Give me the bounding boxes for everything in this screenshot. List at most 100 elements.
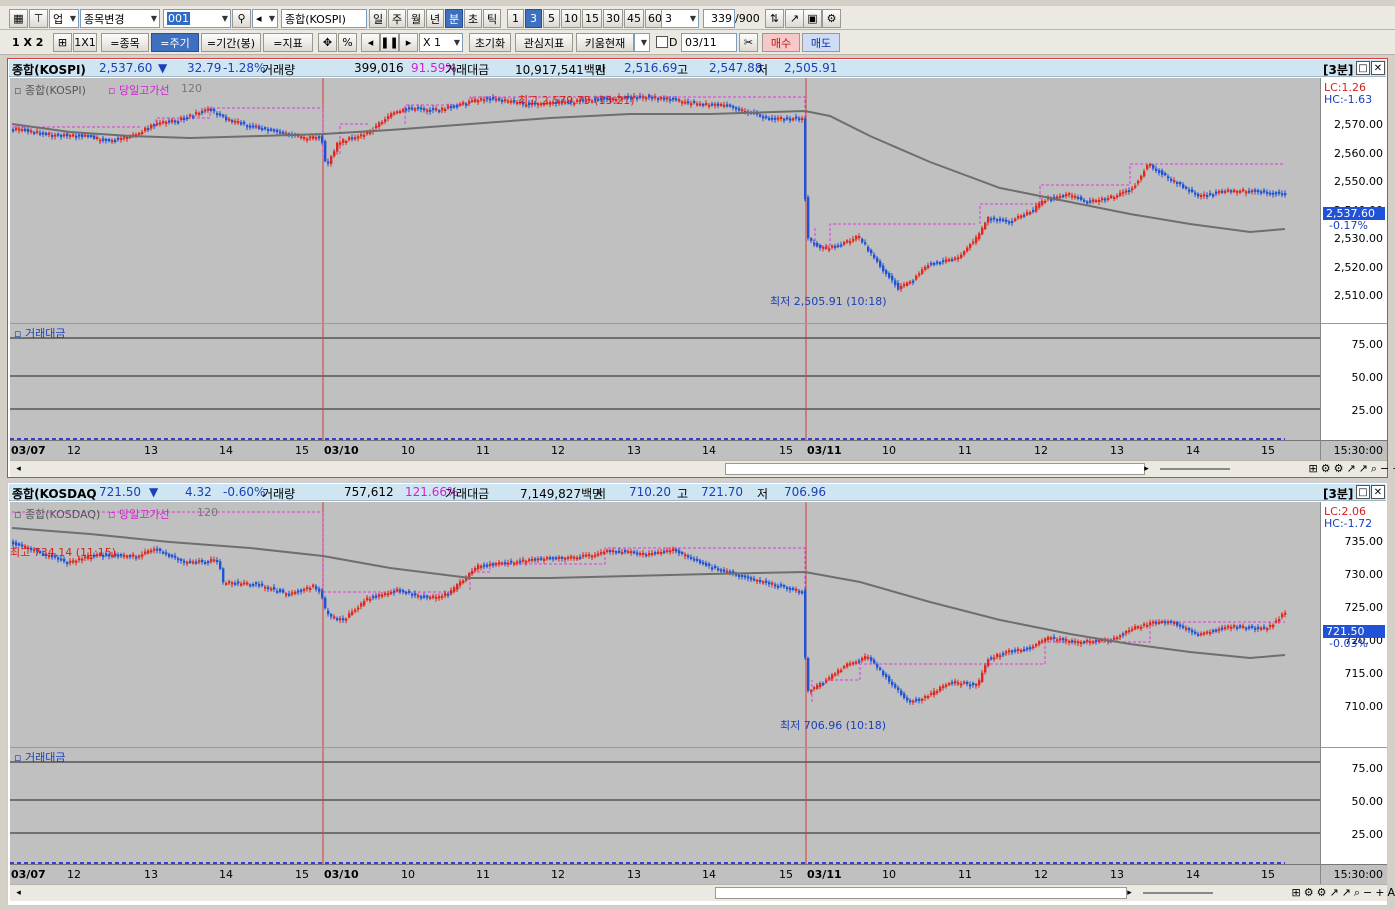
scroll-right-icon[interactable]: ▸ [1140, 463, 1153, 475]
time-axis[interactable]: 03/07 12 13 14 15 03/10 10 11 12 13 14 15 03/11 10 11 1… [10, 864, 1320, 884]
period-button-3[interactable]: 년 [426, 9, 444, 28]
candle [342, 139, 345, 143]
candle [1125, 630, 1128, 634]
minute-button-15[interactable]: 15 [582, 9, 602, 28]
chart-type-icon[interactable]: ⇅ [765, 9, 784, 28]
panel-layout-icon[interactable]: ▦ [9, 9, 28, 28]
amount-axis[interactable]: 75.00 50.00 25.00 [1320, 323, 1387, 440]
multiplier-select[interactable]: X 1 [419, 33, 463, 52]
indicator-sync-button[interactable]: =지표 [263, 33, 313, 52]
kiwoom-dropdown[interactable] [634, 33, 650, 52]
high-value: 2,547.88 [709, 61, 763, 75]
date-field[interactable]: 03/11 [681, 33, 737, 52]
grid-icon[interactable]: ⊞ [53, 33, 72, 52]
market-select[interactable]: 업 [49, 9, 79, 28]
minute-button-3[interactable]: 3 [525, 9, 542, 28]
amount-plot[interactable]: ▫ 거래대금 [10, 323, 1320, 440]
candle [183, 117, 186, 120]
y-tick: 715.00 [1344, 667, 1384, 680]
chart-tool-icons[interactable]: ⊞⚙⚙↗↗⌕−+A [1235, 462, 1395, 476]
zoom-slider[interactable] [1143, 892, 1213, 894]
y-tick: 2,510.00 [1334, 289, 1383, 302]
scroll-right-icon[interactable]: ▸ [1123, 887, 1136, 899]
scroll-left-icon[interactable]: ◂ [12, 887, 25, 899]
down-arrow-icon: ▼ [149, 485, 159, 499]
close-icon[interactable]: ✕ [1371, 485, 1385, 499]
scroll-left-icon[interactable]: ◂ [12, 463, 25, 475]
move-icon[interactable]: ✥ [318, 33, 337, 52]
reset-button[interactable]: 초기화 [469, 33, 511, 52]
scissors-icon[interactable]: ✂ [739, 33, 758, 52]
period-button-5[interactable]: 초 [464, 9, 482, 28]
period-sync-button[interactable]: =기간(봉) [201, 33, 261, 52]
count-max: /900 [735, 12, 760, 25]
scroll-bar[interactable]: ◂ ▸ ⊞⚙⚙↗↗⌕−+A [10, 884, 1395, 901]
gear-icon[interactable]: ⚙ [822, 9, 841, 28]
period-button-4[interactable]: 분 [445, 9, 463, 28]
amount-plot[interactable]: ▫ 거래대금 [10, 747, 1320, 864]
prev-icon[interactable]: ◂ [361, 33, 380, 52]
sell-button[interactable]: 매도 [802, 33, 840, 52]
candle [786, 587, 789, 590]
search-icon[interactable]: ⚲ [232, 9, 251, 28]
amount-axis[interactable]: 75.00 50.00 25.00 [1320, 747, 1387, 864]
period-button-1[interactable]: 주 [388, 9, 406, 28]
layout-1x1-button[interactable]: 1X1 [73, 33, 97, 52]
pin-icon[interactable]: ⊤ [29, 9, 48, 28]
candle [228, 118, 231, 121]
count-field[interactable]: 339 [703, 9, 735, 28]
candle [1005, 219, 1008, 223]
cycle-sync-button[interactable]: =주기 [151, 33, 199, 52]
period-button-2[interactable]: 월 [407, 9, 425, 28]
minute-button-10[interactable]: 10 [561, 9, 581, 28]
candle [1035, 205, 1038, 212]
chart-tool-icons[interactable]: ⊞⚙⚙↗↗⌕−+A [1218, 886, 1395, 900]
candle [921, 269, 924, 274]
speaker-icon[interactable]: ◂ [252, 9, 278, 28]
stock-change-select[interactable]: 종목변경 [80, 9, 160, 28]
trend-tool-icon[interactable]: ↗ [785, 9, 804, 28]
percent-button[interactable]: % [338, 33, 357, 52]
candle [681, 551, 684, 554]
price-plot[interactable]: ▫ 종합(KOSDAQ) ▫ 당일고가선 120 최고 734.14 (11:15) 최… [10, 502, 1320, 747]
minute-button-5[interactable]: 5 [543, 9, 560, 28]
candle [978, 680, 981, 686]
kiwoom-current-button[interactable]: 키움현재 [576, 33, 634, 52]
scroll-thumb[interactable] [715, 887, 1127, 899]
candle [780, 584, 783, 587]
time-axis[interactable]: 03/07 12 13 14 15 03/10 10 11 12 13 14 15 03/11 10 11 1… [10, 440, 1320, 460]
date-checkbox[interactable] [656, 36, 668, 48]
candle [261, 128, 264, 131]
candle [870, 657, 873, 661]
next-icon[interactable]: ▸ [399, 33, 418, 52]
save-icon[interactable]: ▣ [803, 9, 822, 28]
code-input[interactable]: 001 [163, 9, 231, 28]
candle [441, 595, 444, 598]
candle [999, 218, 1002, 221]
minute-select[interactable]: 3 [661, 9, 699, 28]
price-axis[interactable]: LC:1.26 HC:-1.63 2,570.00 2,560.00 2,550.00 2… [1320, 78, 1387, 323]
pause-icon[interactable]: ❚❚ [380, 33, 399, 52]
candle [537, 558, 540, 561]
scroll-thumb[interactable] [725, 463, 1145, 475]
stock-name-field[interactable]: 종합(KOSPI) [281, 9, 367, 28]
candle [522, 559, 525, 562]
candle [375, 595, 378, 598]
minute-button-45[interactable]: 45 [624, 9, 644, 28]
maximize-icon[interactable]: □ [1356, 61, 1370, 75]
scroll-bar[interactable]: ◂ ▸ ⊞⚙⚙↗↗⌕−+A [10, 460, 1395, 477]
candle [1221, 627, 1224, 630]
price-plot[interactable]: ▫ 종합(KOSPI) ▫ 당일고가선 120 최고 2,579.75 (13:21)… [10, 78, 1320, 323]
close-icon[interactable]: ✕ [1371, 61, 1385, 75]
interest-indicator-button[interactable]: 관심지표 [515, 33, 573, 52]
stock-sync-button[interactable]: =종목 [101, 33, 149, 52]
minute-button-1[interactable]: 1 [507, 9, 524, 28]
period-button-6[interactable]: 틱 [483, 9, 501, 28]
price-axis[interactable]: LC:2.06 HC:-1.72 735.00 730.00 725.00 720.00 7… [1320, 502, 1387, 747]
period-button-0[interactable]: 일 [369, 9, 387, 28]
maximize-icon[interactable]: □ [1356, 485, 1370, 499]
candle [882, 265, 885, 272]
buy-button[interactable]: 매수 [762, 33, 800, 52]
zoom-slider[interactable] [1160, 468, 1230, 470]
minute-button-30[interactable]: 30 [603, 9, 623, 28]
